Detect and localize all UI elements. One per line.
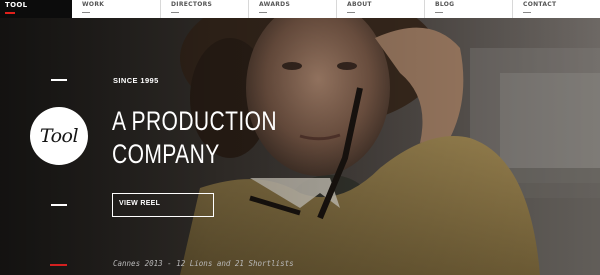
headline-line-2: COMPANY [112, 139, 220, 169]
page-headline: A PRODUCTION COMPANY [112, 105, 277, 171]
nav-item-label: BLOG [435, 1, 455, 8]
nav-items: WORK DIRECTORS AWARDS ABOUT BLOG CONTACT [72, 0, 600, 18]
nav-tick [523, 12, 531, 13]
nav-item-label: WORK [82, 1, 105, 8]
nav-tick [347, 12, 355, 13]
nav-item-label: ABOUT [347, 1, 372, 8]
brand-home-link[interactable]: TOOL [0, 0, 72, 18]
nav-item-awards[interactable]: AWARDS [248, 0, 336, 18]
hero-background-image [0, 18, 600, 275]
nav-tick [259, 12, 267, 13]
view-reel-button[interactable]: VIEW REEL [112, 193, 214, 217]
nav-tick [82, 12, 90, 13]
decorative-dash-bottom [51, 204, 67, 206]
since-label: SINCE 1995 [113, 76, 159, 85]
nav-item-blog[interactable]: BLOG [424, 0, 512, 18]
nav-item-label: DIRECTORS [171, 1, 213, 8]
nav-item-label: CONTACT [523, 1, 557, 8]
accent-rule [50, 264, 67, 266]
nav-tick [171, 12, 179, 13]
nav-item-contact[interactable]: CONTACT [512, 0, 600, 18]
awards-caption: Cannes 2013 - 12 Lions and 21 Shortlists [113, 259, 294, 268]
nav-item-about[interactable]: ABOUT [336, 0, 424, 18]
nav-tick [435, 12, 443, 13]
brand-label: TOOL [5, 1, 28, 9]
tool-logo[interactable]: Tool [30, 107, 88, 165]
logo-text: Tool [39, 125, 79, 147]
nav-item-directors[interactable]: DIRECTORS [160, 0, 248, 18]
nav-item-label: AWARDS [259, 1, 291, 8]
decorative-dash-top [51, 79, 67, 81]
view-reel-label: VIEW REEL [119, 200, 161, 207]
nav-item-work[interactable]: WORK [72, 0, 160, 18]
page: TOOL WORK DIRECTORS AWARDS ABOUT BLOG CO… [0, 0, 600, 275]
top-navigation: TOOL WORK DIRECTORS AWARDS ABOUT BLOG CO… [0, 0, 600, 18]
headline-line-1: A PRODUCTION [112, 106, 277, 136]
brand-underline [5, 12, 15, 14]
